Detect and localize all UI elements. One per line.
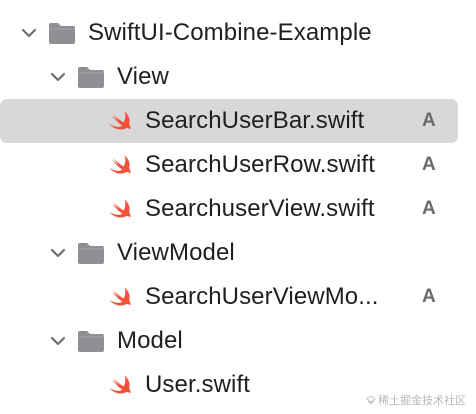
swift-file-icon	[109, 375, 131, 394]
juejin-logo-icon	[366, 395, 376, 405]
chevron-down-icon[interactable]	[47, 242, 69, 264]
file-label: SearchUserBar.swift	[145, 107, 365, 134]
chevron-down-icon[interactable]	[18, 22, 40, 44]
tree-row-file-searchuserbar[interactable]: SearchUserBar.swift A	[0, 99, 476, 143]
folder-icon	[78, 331, 104, 352]
tree-row-root-folder[interactable]: SwiftUI-Combine-Example	[0, 11, 476, 55]
file-navigator-tree: SwiftUI-Combine-Example View SearchUserB…	[0, 0, 476, 414]
tree-row-model-folder[interactable]: Model	[0, 319, 476, 363]
swift-file-icon	[109, 199, 131, 218]
file-label: SearchuserView.swift	[145, 195, 375, 222]
root-folder-label: SwiftUI-Combine-Example	[88, 19, 372, 46]
tree-row-file-searchuserview[interactable]: SearchuserView.swift A	[0, 187, 476, 231]
view-folder-label: View	[117, 63, 169, 90]
file-label: SearchUserViewMo...	[145, 283, 379, 310]
swift-file-icon	[109, 111, 131, 130]
tree-row-file-searchuserviewmodel[interactable]: SearchUserViewMo... A	[0, 275, 476, 319]
chevron-down-icon[interactable]	[47, 330, 69, 352]
folder-icon	[78, 67, 104, 88]
git-status-badge: A	[422, 154, 436, 175]
tree-row-file-searchuserrow[interactable]: SearchUserRow.swift A	[0, 143, 476, 187]
file-label: SearchUserRow.swift	[145, 151, 375, 178]
tree-row-view-folder[interactable]: View	[0, 55, 476, 99]
file-label: User.swift	[145, 371, 251, 398]
folder-icon	[49, 23, 75, 44]
watermark: 稀土掘金技术社区	[366, 392, 466, 408]
tree-row-viewmodel-folder[interactable]: ViewModel	[0, 231, 476, 275]
viewmodel-folder-label: ViewModel	[117, 239, 235, 266]
swift-file-icon	[109, 155, 131, 174]
git-status-badge: A	[422, 110, 436, 131]
swift-file-icon	[109, 287, 131, 306]
folder-icon	[78, 243, 104, 264]
chevron-down-icon[interactable]	[47, 66, 69, 88]
git-status-badge: A	[422, 198, 436, 219]
watermark-text: 稀土掘金技术社区	[378, 395, 466, 407]
git-status-badge: A	[422, 286, 436, 307]
model-folder-label: Model	[117, 327, 183, 354]
